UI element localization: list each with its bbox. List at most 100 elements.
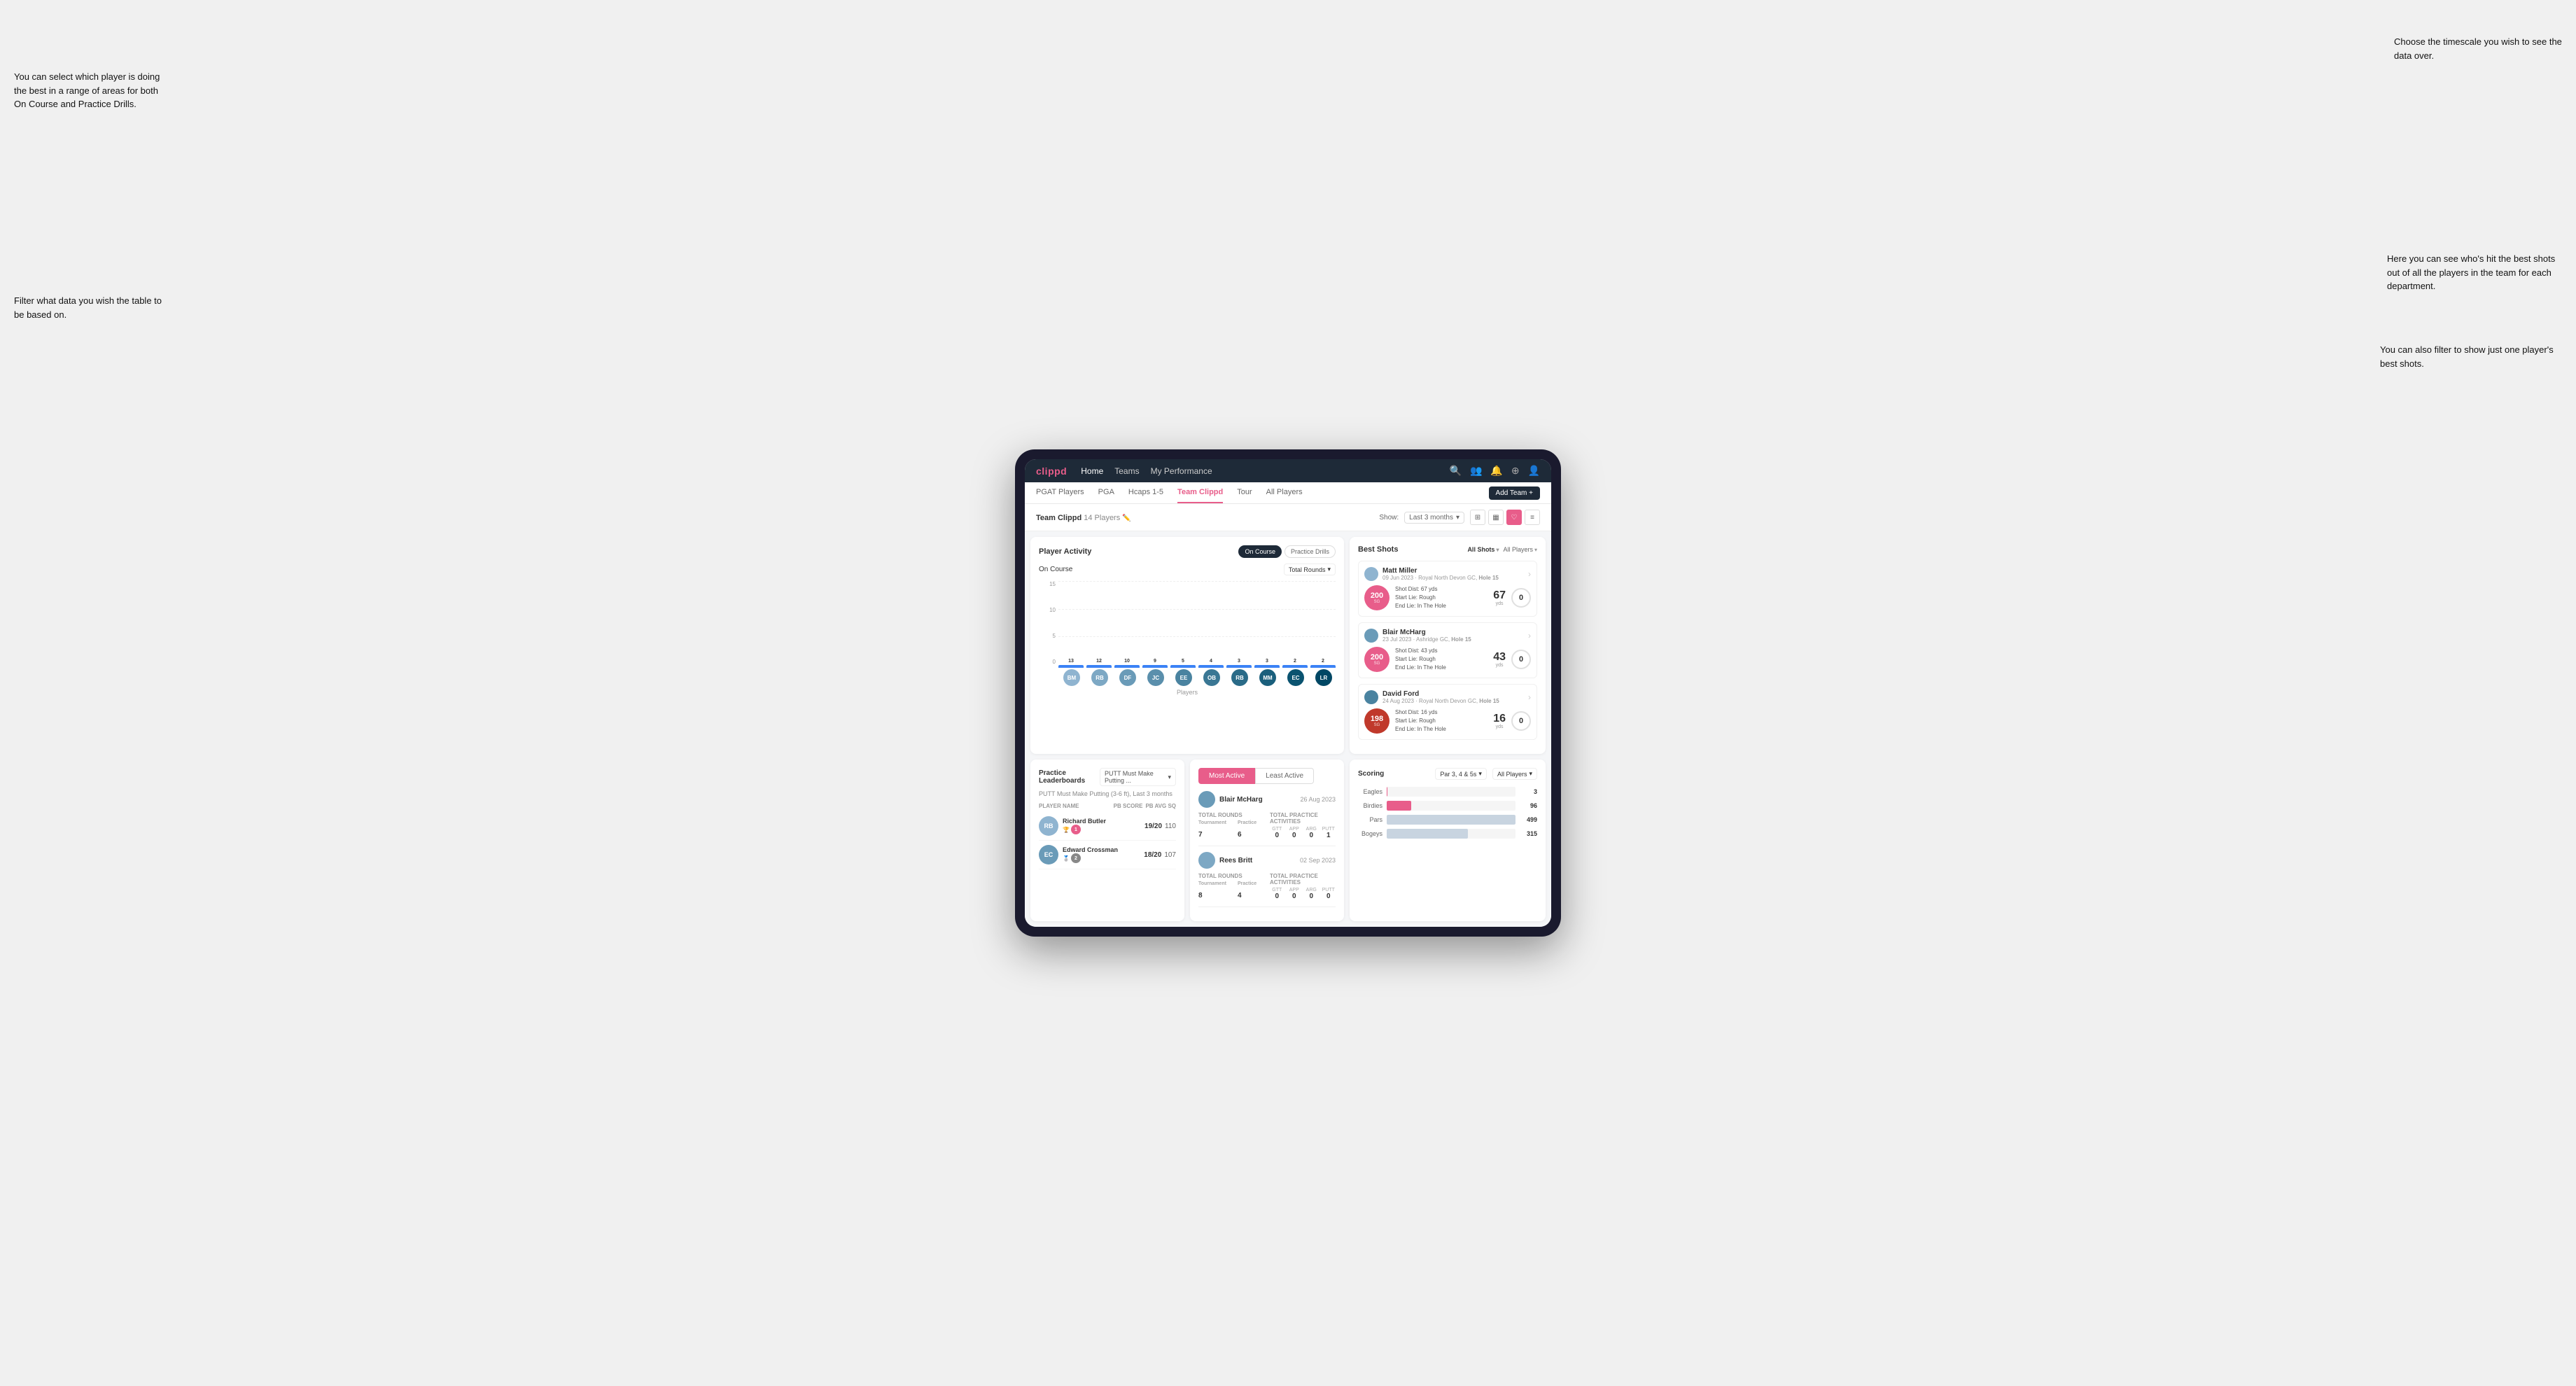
avatar-e-crossman[interactable]: EC xyxy=(1287,669,1304,686)
tab-most-active[interactable]: Most Active xyxy=(1198,768,1255,784)
toggle-on-course[interactable]: On Course xyxy=(1238,545,1282,558)
chart-dropdown[interactable]: Total Rounds ▾ xyxy=(1284,564,1336,575)
chart-controls: On Course Total Rounds ▾ xyxy=(1039,564,1336,575)
edit-icon[interactable]: ✏️ xyxy=(1122,514,1130,522)
scoring-value-bogeys: 315 xyxy=(1520,830,1537,837)
activity-name: Rees Britt xyxy=(1219,857,1252,864)
player-mini-avatar xyxy=(1364,629,1378,643)
leaderboard-subtitle: PUTT Must Make Putting (3-6 ft), Last 3 … xyxy=(1039,790,1176,797)
avatar-d-ford[interactable]: DF xyxy=(1119,669,1136,686)
lb-rank-badge: 🏆 1 xyxy=(1063,825,1106,834)
chevron-right-icon: › xyxy=(1528,631,1531,640)
users-icon[interactable]: 👥 xyxy=(1470,465,1482,477)
scoring-row-pars: Pars 499 xyxy=(1358,815,1537,825)
avatar-e-ebert[interactable]: EE xyxy=(1175,669,1192,686)
bell-icon[interactable]: 🔔 xyxy=(1490,465,1502,477)
user-icon[interactable]: 👤 xyxy=(1528,465,1540,477)
leaderboard-columns: PLAYER NAME PB SCORE PB AVG SQ xyxy=(1039,803,1176,809)
tab-pga[interactable]: PGA xyxy=(1098,482,1114,503)
shot-badge: 200 SG xyxy=(1364,647,1390,672)
best-shots-filter-tabs: All Shots ▾ All Players ▾ xyxy=(1467,546,1537,553)
avatar-o-billingham[interactable]: OB xyxy=(1203,669,1220,686)
chevron-down-icon: ▾ xyxy=(1478,770,1482,778)
add-team-button[interactable]: Add Team + xyxy=(1489,486,1540,500)
leaderboard-dropdown[interactable]: PUTT Must Make Putting ... ▾ xyxy=(1100,768,1176,786)
lb-avg: 110 xyxy=(1165,822,1176,830)
shot-stat-zero: 0 xyxy=(1511,588,1531,608)
bar-m-miller: 3 xyxy=(1254,659,1280,665)
leaderboard-row-edward[interactable]: EC Edward Crossman 🥈 2 18/20 107 xyxy=(1039,841,1176,869)
search-icon[interactable]: 🔍 xyxy=(1450,465,1462,477)
scoring-row-eagles: Eagles 3 xyxy=(1358,787,1537,797)
leaderboard-row-richard[interactable]: RB Richard Butler 🏆 1 19/20 110 xyxy=(1039,812,1176,841)
content-area: Player Activity On Course Practice Drill… xyxy=(1025,531,1551,927)
annotation-top-right: Choose the timescale you wish to see the… xyxy=(2394,35,2562,62)
view-icon-heart[interactable]: ♡ xyxy=(1506,510,1522,525)
chevron-right-icon: › xyxy=(1528,692,1531,702)
stats-label: Total Practice Activities xyxy=(1270,812,1336,825)
shot-badge: 198 SG xyxy=(1364,708,1390,734)
view-icon-list[interactable]: ▦ xyxy=(1488,510,1504,525)
player-activity-header: Player Activity On Course Practice Drill… xyxy=(1039,545,1336,558)
tab-all-players[interactable]: All Players xyxy=(1266,482,1303,503)
player-info: Matt Miller 09 Jun 2023 · Royal North De… xyxy=(1382,567,1524,581)
main-grid: Player Activity On Course Practice Drill… xyxy=(1025,531,1551,760)
tab-bar: PGAT Players PGA Hcaps 1-5 Team Clippd T… xyxy=(1025,482,1551,504)
scoring-filter-par[interactable]: Par 3, 4 & 5s ▾ xyxy=(1435,768,1487,780)
filter-all-shots[interactable]: All Shots ▾ xyxy=(1467,546,1499,553)
nav-link-teams[interactable]: Teams xyxy=(1114,466,1139,476)
lb-player-name: Edward Crossman xyxy=(1063,846,1118,853)
tablet-frame: clippd Home Teams My Performance 🔍 👥 🔔 ⊕… xyxy=(1015,449,1561,937)
shot-details: 198 SG Shot Dist: 16 yds Start Lie: Roug… xyxy=(1364,708,1531,734)
tab-hcaps[interactable]: Hcaps 1-5 xyxy=(1128,482,1163,503)
avatar-r-britt[interactable]: RB xyxy=(1091,669,1108,686)
avatar-m-miller[interactable]: MM xyxy=(1259,669,1276,686)
player-name: Blair McHarg xyxy=(1382,629,1524,636)
shot-badge: 200 SG xyxy=(1364,585,1390,610)
player-mini-avatar xyxy=(1364,690,1378,704)
scoring-bar-bogeys xyxy=(1387,829,1516,839)
avatar-l-robertson[interactable]: LR xyxy=(1315,669,1332,686)
bars-container: 13 12 xyxy=(1058,581,1336,665)
shot-card-blair-mcharg[interactable]: Blair McHarg 23 Jul 2023 · Ashridge GC, … xyxy=(1358,622,1537,678)
bar-r-butler: 3 xyxy=(1226,659,1252,665)
tab-team-clippd[interactable]: Team Clippd xyxy=(1177,482,1223,503)
stats-col-practice: Total Practice Activities GTT 0 APP 0 xyxy=(1270,812,1336,840)
view-icon-menu[interactable]: ≡ xyxy=(1525,510,1540,525)
stats-rounds-values: Tournament 7 Practice 6 xyxy=(1198,820,1264,840)
tab-pgat[interactable]: PGAT Players xyxy=(1036,482,1084,503)
nav-link-performance[interactable]: My Performance xyxy=(1151,466,1212,476)
shot-details: 200 SG Shot Dist: 43 yds Start Lie: Roug… xyxy=(1364,647,1531,672)
tab-least-active[interactable]: Least Active xyxy=(1255,768,1314,784)
avatar-j-coles[interactable]: JC xyxy=(1147,669,1164,686)
tab-tour[interactable]: Tour xyxy=(1237,482,1252,503)
chevron-down-icon: ▾ xyxy=(1496,547,1499,553)
show-value: Last 3 months xyxy=(1409,514,1453,522)
chart-dropdown-label: Total Rounds xyxy=(1289,566,1326,573)
shot-info: Shot Dist: 16 yds Start Lie: Rough End L… xyxy=(1395,708,1488,734)
filter-all-players[interactable]: All Players ▾ xyxy=(1503,546,1537,553)
plus-icon[interactable]: ⊕ xyxy=(1511,465,1520,477)
activity-entry-header: Blair McHarg 26 Aug 2023 xyxy=(1198,791,1336,808)
show-dropdown[interactable]: Last 3 months ▾ xyxy=(1404,512,1464,524)
player-activity-title: Player Activity xyxy=(1039,547,1091,556)
player-activity-panel: Player Activity On Course Practice Drill… xyxy=(1030,537,1344,754)
avatar-b-mcharg[interactable]: BM xyxy=(1063,669,1080,686)
scoring-label-eagles: Eagles xyxy=(1358,788,1382,795)
view-icon-grid[interactable]: ⊞ xyxy=(1470,510,1485,525)
player-name: David Ford xyxy=(1382,690,1524,698)
shot-card-david-ford[interactable]: David Ford 24 Aug 2023 · Royal North Dev… xyxy=(1358,684,1537,740)
lb-score: 18/20 xyxy=(1144,851,1161,859)
player-mini-avatar xyxy=(1364,567,1378,581)
scoring-filter-players[interactable]: All Players ▾ xyxy=(1492,768,1537,780)
nav-bar: clippd Home Teams My Performance 🔍 👥 🔔 ⊕… xyxy=(1025,459,1551,482)
avatar-r-butler[interactable]: RB xyxy=(1231,669,1248,686)
scoring-label-birdies: Birdies xyxy=(1358,802,1382,809)
bar-e-crossman: 2 xyxy=(1282,659,1308,665)
activity-player: Rees Britt xyxy=(1198,852,1252,869)
nav-link-home[interactable]: Home xyxy=(1081,466,1103,476)
chevron-right-icon: › xyxy=(1528,569,1531,579)
shot-card-matt-miller[interactable]: Matt Miller 09 Jun 2023 · Royal North De… xyxy=(1358,561,1537,617)
toggle-practice[interactable]: Practice Drills xyxy=(1284,545,1336,558)
bar-o-billingham: 4 xyxy=(1198,659,1224,665)
